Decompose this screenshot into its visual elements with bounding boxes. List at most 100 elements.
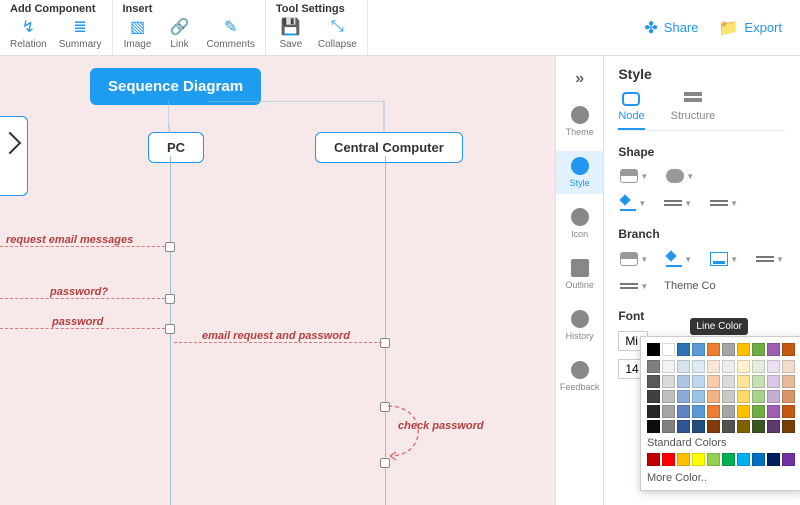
- color-swatch[interactable]: [662, 360, 675, 373]
- shape-fill-dropdown[interactable]: ▼: [618, 167, 650, 185]
- rail-icon[interactable]: Icon: [556, 202, 603, 245]
- collapse-panel-button[interactable]: »: [571, 66, 588, 92]
- color-swatch[interactable]: [737, 343, 750, 356]
- color-swatch[interactable]: [707, 360, 720, 373]
- color-swatch[interactable]: [722, 405, 735, 418]
- color-swatch[interactable]: [737, 453, 750, 466]
- color-swatch[interactable]: [767, 453, 780, 466]
- color-swatch[interactable]: [782, 420, 795, 433]
- branch-fill-dropdown[interactable]: ▼: [618, 250, 650, 268]
- color-swatch[interactable]: [752, 360, 765, 373]
- shape-border-width-dropdown[interactable]: ▼: [662, 194, 694, 212]
- more-color-button[interactable]: More Color..: [647, 472, 797, 484]
- color-swatch[interactable]: [722, 375, 735, 388]
- color-swatch[interactable]: [647, 453, 660, 466]
- shape-border-color-dropdown[interactable]: ▼: [618, 193, 648, 213]
- color-swatch[interactable]: [722, 420, 735, 433]
- shape-pill-dropdown[interactable]: ▼: [664, 167, 696, 185]
- color-swatch[interactable]: [677, 375, 690, 388]
- color-swatch[interactable]: [707, 405, 720, 418]
- color-swatch[interactable]: [677, 405, 690, 418]
- color-swatch[interactable]: [692, 360, 705, 373]
- color-swatch[interactable]: [752, 405, 765, 418]
- color-swatch[interactable]: [752, 390, 765, 403]
- color-swatch[interactable]: [737, 375, 750, 388]
- color-swatch[interactable]: [677, 343, 690, 356]
- color-swatch[interactable]: [722, 453, 735, 466]
- image-button[interactable]: ▧ Image: [123, 17, 153, 50]
- color-swatch[interactable]: [692, 343, 705, 356]
- color-swatch[interactable]: [707, 453, 720, 466]
- color-swatch[interactable]: [767, 405, 780, 418]
- color-swatch[interactable]: [647, 343, 660, 356]
- color-swatch[interactable]: [737, 390, 750, 403]
- color-swatch[interactable]: [782, 375, 795, 388]
- color-swatch[interactable]: [662, 453, 675, 466]
- export-button[interactable]: 📁 Export: [719, 18, 783, 38]
- color-swatch[interactable]: [767, 375, 780, 388]
- color-swatch[interactable]: [722, 390, 735, 403]
- color-swatch[interactable]: [752, 420, 765, 433]
- color-swatch[interactable]: [752, 453, 765, 466]
- color-swatch[interactable]: [737, 360, 750, 373]
- link-button[interactable]: 🔗 Link: [165, 17, 195, 50]
- color-swatch[interactable]: [692, 453, 705, 466]
- diagram-title[interactable]: Sequence Diagram: [90, 68, 261, 105]
- color-swatch[interactable]: [707, 390, 720, 403]
- color-swatch[interactable]: [707, 375, 720, 388]
- color-swatch[interactable]: [767, 360, 780, 373]
- partial-node[interactable]: [0, 116, 28, 196]
- color-swatch[interactable]: [647, 420, 660, 433]
- relation-button[interactable]: ↯ Relation: [10, 17, 47, 50]
- color-swatch[interactable]: [662, 405, 675, 418]
- color-swatch[interactable]: [782, 343, 795, 356]
- share-button[interactable]: ✤ Share: [644, 18, 698, 38]
- tab-node[interactable]: Node: [618, 92, 644, 130]
- rail-history[interactable]: History: [556, 304, 603, 347]
- branch-style-dropdown[interactable]: ▼: [618, 277, 650, 295]
- color-swatch[interactable]: [767, 420, 780, 433]
- color-swatch[interactable]: [737, 420, 750, 433]
- color-swatch[interactable]: [782, 453, 795, 466]
- summary-button[interactable]: ≣ Summary: [59, 17, 102, 50]
- color-swatch[interactable]: [722, 343, 735, 356]
- color-swatch[interactable]: [677, 390, 690, 403]
- color-swatch[interactable]: [647, 375, 660, 388]
- color-swatch[interactable]: [737, 405, 750, 418]
- color-swatch[interactable]: [707, 343, 720, 356]
- msg-password-q[interactable]: password?: [50, 286, 108, 298]
- color-swatch[interactable]: [692, 405, 705, 418]
- color-swatch[interactable]: [662, 390, 675, 403]
- branch-pen-dropdown[interactable]: ▼: [664, 249, 694, 269]
- branch-linecolor-dropdown[interactable]: ▼: [708, 250, 740, 268]
- color-swatch[interactable]: [647, 360, 660, 373]
- comments-button[interactable]: ✎ Comments: [207, 17, 255, 50]
- color-swatch[interactable]: [767, 390, 780, 403]
- color-swatch[interactable]: [662, 343, 675, 356]
- diagram-canvas[interactable]: Sequence Diagram PC Central Computer req…: [0, 56, 555, 505]
- color-swatch[interactable]: [782, 390, 795, 403]
- color-swatch[interactable]: [782, 405, 795, 418]
- rail-feedback[interactable]: Feedback: [556, 355, 603, 398]
- rail-theme[interactable]: Theme: [556, 100, 603, 143]
- color-swatch[interactable]: [782, 360, 795, 373]
- save-button[interactable]: 💾 Save: [276, 17, 306, 50]
- color-swatch[interactable]: [752, 375, 765, 388]
- color-swatch[interactable]: [647, 405, 660, 418]
- rail-outline[interactable]: Outline: [556, 253, 603, 296]
- msg-password[interactable]: password: [52, 316, 103, 328]
- tab-structure[interactable]: Structure: [671, 92, 716, 130]
- branch-lines-dropdown[interactable]: ▼: [754, 250, 786, 268]
- color-swatch[interactable]: [692, 390, 705, 403]
- collapse-button[interactable]: ⤡ Collapse: [318, 17, 357, 50]
- color-swatch[interactable]: [677, 420, 690, 433]
- rail-style[interactable]: Style: [556, 151, 603, 194]
- color-swatch[interactable]: [752, 343, 765, 356]
- color-swatch[interactable]: [677, 453, 690, 466]
- color-swatch[interactable]: [692, 420, 705, 433]
- msg-request-email[interactable]: request email messages: [6, 234, 133, 246]
- color-swatch[interactable]: [647, 390, 660, 403]
- color-swatch[interactable]: [662, 420, 675, 433]
- shape-border-style-dropdown[interactable]: ▼: [708, 194, 740, 212]
- color-swatch[interactable]: [677, 360, 690, 373]
